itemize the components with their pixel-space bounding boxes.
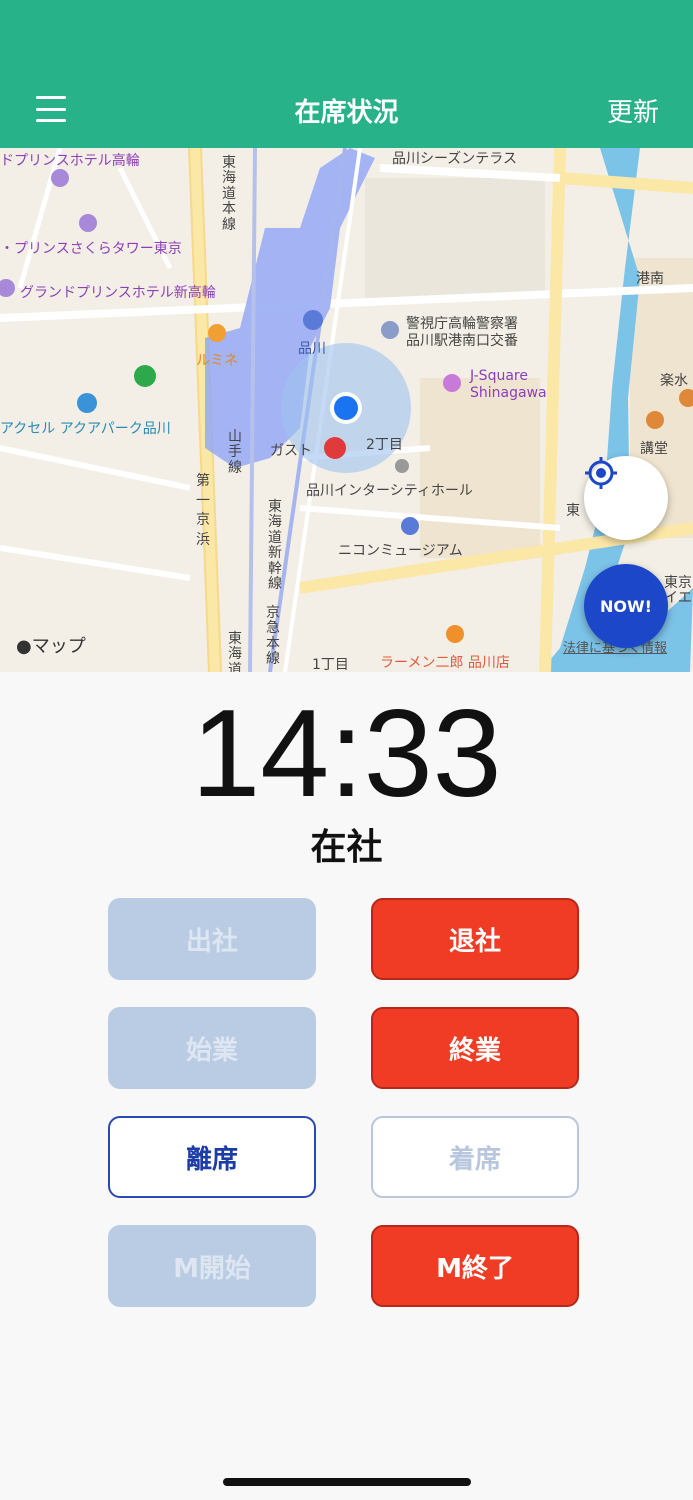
map-view[interactable]: ドプリンスホテル高輪 ・プリンスさくらタワー東京 グランドプリンスホテル新高輪 … [0,148,693,672]
crosshair-icon [585,457,617,489]
map-label-tokaido-line: 東海道本線 [222,155,236,233]
map-label-higashi: 東 [566,503,580,519]
apple-icon: ● [16,636,32,657]
map-label-ramen: ラーメン二郎 品川店 [380,655,510,671]
leave-seat-button[interactable]: 離席 [108,1116,316,1198]
map-label-nikon-museum: ニコンミュージアム [338,543,463,559]
map-label-seasons-terrace: 品川シーズンテラス [392,151,518,167]
start-work-button[interactable]: 始業 [108,1007,316,1089]
map-label-chome1: 1丁目 [312,657,349,672]
map-label-tokyo-ie: 東京 イエ [664,575,692,607]
map-label-grand-prince: グランドプリンスホテル新高輪 [20,285,216,301]
locate-button[interactable] [584,456,668,540]
current-time: 14:33 [191,685,502,823]
map-label-intercity-hall: 品川インターシティホール [306,483,473,499]
status-text: 在社 [310,827,383,868]
map-label-tokaido: 東海道 [228,631,242,672]
map-label-chome2: 2丁目 [366,437,403,453]
map-label-lumine: ルミネ [196,353,238,369]
map-label-keikyu-line: 京急本線 [266,605,280,668]
map-label-rakusui: 楽水 [660,373,688,389]
map-label-konan: 港南 [636,271,664,287]
app-header: 在席状況 更新 [0,0,693,148]
map-label-kodo: 講堂 [640,441,668,457]
map-label-gusto: ガスト [270,443,312,459]
now-button[interactable]: NOW! [584,564,668,648]
home-indicator [223,1478,471,1486]
map-label-jsquare: J-Square Shinagawa [470,368,547,401]
refresh-button[interactable]: 更新 [607,92,659,129]
map-label-shinagawa-station: 品川 [298,341,326,357]
clock-in-button[interactable]: 出社 [108,898,316,980]
clock-out-button[interactable]: 退社 [371,898,579,980]
map-label-prince-sakura: ・プリンスさくらタワー東京 [0,241,182,257]
map-label-yamanote-line: 山手線 [228,429,242,476]
return-seat-button[interactable]: 着席 [371,1116,579,1198]
map-label-prince-takanawa: ドプリンスホテル高輪 [0,153,140,169]
meeting-start-button[interactable]: M開始 [108,1225,316,1307]
map-label-shinkansen: 東海道新幹線 [268,499,282,592]
map-label-aquapark: アクセル アクアパーク品川 [0,421,171,437]
end-work-button[interactable]: 終業 [371,1007,579,1089]
page-title: 在席状況 [294,98,399,128]
meeting-end-button[interactable]: M終了 [371,1225,579,1307]
apple-maps-logo: ●マップ [16,636,86,657]
map-label-police: 警視庁高輪警察署 品川駅港南口交番 [406,316,518,349]
map-label-daiichi-keihin: 第一京浜 [196,473,210,548]
